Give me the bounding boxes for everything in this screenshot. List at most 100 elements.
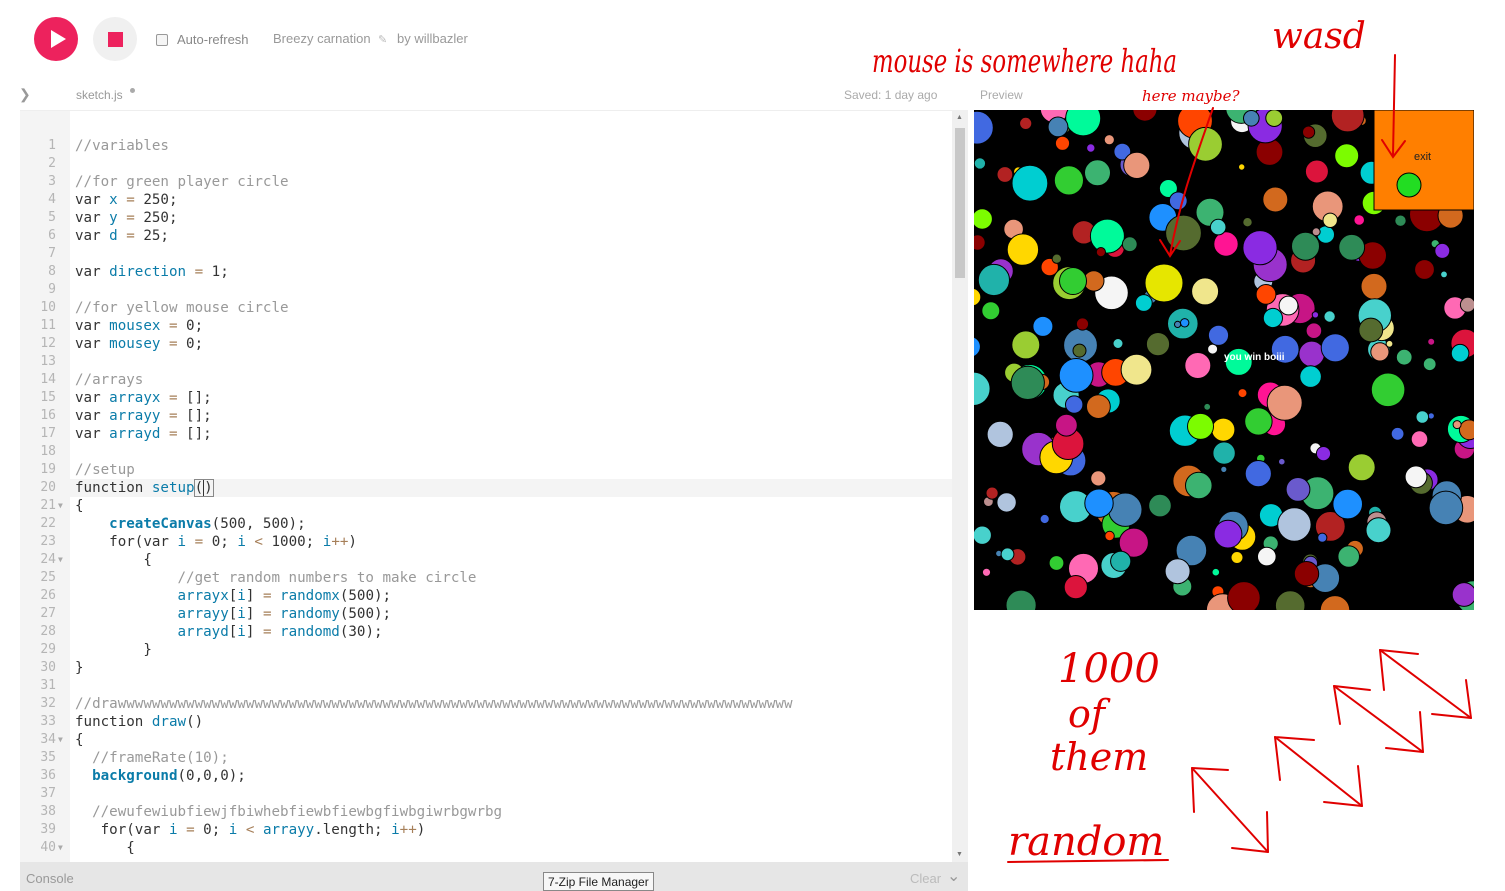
random-circle — [1019, 116, 1033, 130]
random-circle — [1334, 143, 1360, 169]
code-line[interactable]: 23 for(var i = 0; i < 1000; i++) — [20, 533, 952, 551]
fold-arrow-icon[interactable]: ▼ — [58, 497, 63, 515]
code-line[interactable]: 25 //get random numbers to make circle — [20, 569, 952, 587]
line-number: 22 — [40, 516, 56, 531]
code-line[interactable]: 27 arrayy[i] = randomy(500); — [20, 605, 952, 623]
code-line[interactable]: 5 var y = 250; — [20, 209, 952, 227]
fold-arrow-icon[interactable]: ▼ — [58, 839, 63, 857]
code-line[interactable]: 15 var arrayx = []; — [20, 389, 952, 407]
line-number: 35 — [40, 750, 56, 765]
line-number: 7 — [48, 246, 56, 261]
code-line[interactable]: 36 background(0,0,0); — [20, 767, 952, 785]
code-line[interactable]: 6 var d = 25; — [20, 227, 952, 245]
line-number: 4 — [48, 192, 56, 207]
code-line[interactable]: 28 arrayd[i] = randomd(30); — [20, 623, 952, 641]
code-line[interactable]: 26 arrayx[i] = randomx(500); — [20, 587, 952, 605]
code-line[interactable]: 1 //variables — [20, 137, 952, 155]
pencil-icon[interactable]: ✎ — [378, 33, 387, 46]
code-line[interactable]: 38 //ewufewiubfiewjfbiwhebfiewbfiewbgfiw… — [20, 803, 952, 821]
author-link[interactable]: by willbazler — [397, 31, 468, 46]
code-line[interactable]: 9 — [20, 281, 952, 299]
random-circle — [996, 492, 1017, 513]
auto-refresh-toggle[interactable]: Auto-refresh — [156, 32, 249, 47]
console-bar[interactable]: Console Clear ⌄ — [20, 862, 968, 891]
random-circle — [1440, 270, 1448, 279]
random-circle — [974, 157, 987, 170]
sidebar-toggle-icon[interactable]: ❯ — [19, 86, 31, 103]
random-circle — [1311, 227, 1321, 237]
code-line[interactable]: 11 var mousex = 0; — [20, 317, 952, 335]
code-line[interactable]: 7 — [20, 245, 952, 263]
code-line[interactable]: 32 //drawwwwwwwwwwwwwwwwwwwwwwwwwwwwwwwww… — [20, 695, 952, 713]
random-circle — [1427, 337, 1436, 346]
code-editor[interactable]: 1//variables 2 3//for green player circle 4… — [20, 110, 968, 862]
scroll-up-icon[interactable]: ▲ — [956, 114, 963, 121]
random-circle — [1311, 311, 1320, 319]
code-line[interactable]: 24 ▼ { — [20, 551, 952, 569]
random-circle — [1048, 555, 1065, 571]
code-line[interactable]: 33 function draw() — [20, 713, 952, 731]
code-line[interactable]: 13 — [20, 353, 952, 371]
line-number: 31 — [40, 678, 56, 693]
fold-arrow-icon[interactable]: ▼ — [58, 551, 63, 569]
code-line[interactable]: 4 var x = 250; — [20, 191, 952, 209]
play-icon — [50, 30, 66, 48]
code-line[interactable]: 10 //for yellow mouse circle — [20, 299, 952, 317]
random-circle — [1332, 488, 1364, 520]
code-line[interactable]: 3 //for green player circle — [20, 173, 952, 191]
auto-refresh-checkbox[interactable] — [156, 33, 168, 46]
random-circle — [1242, 217, 1253, 228]
code-line[interactable]: 21 ▼ { — [20, 497, 952, 515]
random-circle — [1278, 457, 1286, 466]
code-line[interactable]: 19 //setup — [20, 461, 952, 479]
code-line[interactable]: 37 — [20, 785, 952, 803]
random-circle — [1039, 513, 1050, 525]
random-circle — [1452, 420, 1462, 430]
play-button[interactable] — [34, 17, 78, 61]
code-line[interactable]: 35 //frameRate(10); — [20, 749, 952, 767]
code-line[interactable]: 30} — [20, 659, 952, 677]
code-line[interactable]: 17 var arrayd = []; — [20, 425, 952, 443]
code-line[interactable]: 34 ▼ { — [20, 731, 952, 749]
scroll-down-icon[interactable]: ▼ — [956, 851, 963, 858]
random-circle — [1148, 493, 1172, 518]
random-circle — [1120, 353, 1153, 386]
code-line[interactable]: 22 createCanvas(500, 500); — [20, 515, 952, 533]
preview-canvas[interactable]: exit you win boiii — [974, 110, 1474, 610]
code-line[interactable]: 12 var mousey = 0; — [20, 335, 952, 353]
chevron-down-icon[interactable]: ⌄ — [947, 866, 960, 886]
code-text: //setup — [75, 462, 135, 478]
random-circle — [1404, 465, 1428, 489]
stop-button[interactable] — [93, 17, 137, 61]
code-text: { — [75, 498, 84, 514]
line-number: 21 — [40, 498, 56, 513]
sketch-name[interactable]: Breezy carnation — [273, 31, 371, 46]
code-line[interactable]: 20 function setup() — [20, 479, 952, 497]
random-circle — [1277, 507, 1312, 542]
editor-scrollbar[interactable]: ▲ ▼ — [952, 110, 968, 862]
random-circle — [1051, 253, 1063, 264]
file-tab-name[interactable]: sketch.js — [76, 88, 123, 102]
fold-arrow-icon[interactable]: ▼ — [58, 731, 63, 749]
code-line[interactable]: 39 for(var i = 0; i < arrayy.length; i++… — [20, 821, 952, 839]
random-circle — [1132, 110, 1158, 122]
code-line[interactable]: 31 — [20, 677, 952, 695]
random-circle — [1174, 320, 1182, 328]
code-line[interactable]: 16 var arrayy = []; — [20, 407, 952, 425]
code-text: //arrays — [75, 372, 144, 388]
code-line[interactable]: 2 — [20, 155, 952, 173]
code-line[interactable]: 40 ▼ { — [20, 839, 952, 857]
random-circle — [1410, 430, 1429, 448]
random-circle — [1305, 322, 1323, 339]
code-line[interactable]: 29 } — [20, 641, 952, 659]
scroll-thumb[interactable] — [955, 128, 965, 278]
code-line[interactable]: 14 //arrays — [20, 371, 952, 389]
random-circle — [1370, 372, 1406, 408]
random-circle — [1323, 310, 1336, 323]
console-clear-button[interactable]: Clear — [910, 871, 941, 886]
code-text: { — [75, 732, 84, 748]
code-line[interactable]: 8 var direction = 1; — [20, 263, 952, 281]
code-text: //ewufewiubfiewjfbiwhebfiewbfiewbgfiwbgi… — [75, 804, 503, 820]
line-number: 29 — [40, 642, 56, 657]
code-line[interactable]: 18 — [20, 443, 952, 461]
